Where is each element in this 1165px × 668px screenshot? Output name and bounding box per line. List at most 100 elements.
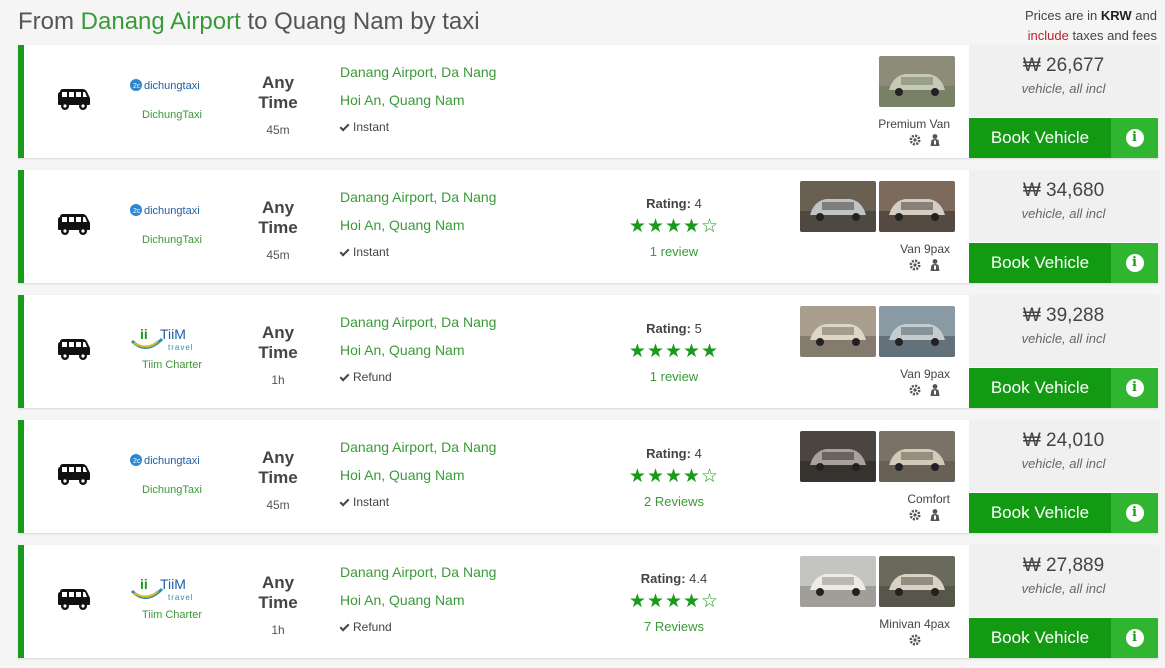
info-icon: i xyxy=(1125,504,1144,522)
provider-name[interactable]: DichungTaxi xyxy=(128,109,216,121)
price-value: ₩ 34,680 xyxy=(1022,180,1105,201)
vehicle-photo[interactable] xyxy=(800,306,876,357)
check-icon xyxy=(339,621,350,632)
rating: Rating: 4 xyxy=(609,446,739,461)
rating: Rating: 5 xyxy=(609,321,739,336)
check-icon xyxy=(339,371,350,382)
reviews-link[interactable]: 2 Reviews xyxy=(609,494,739,509)
book-vehicle-button[interactable]: Book Vehicle xyxy=(969,118,1111,158)
reviews-link[interactable]: 7 Reviews xyxy=(609,619,739,634)
page-title: From Danang Airport to Quang Nam by taxi xyxy=(18,8,480,35)
svg-text:ii: ii xyxy=(140,326,148,342)
provider-name[interactable]: DichungTaxi xyxy=(128,484,216,496)
rating-label: Rating: xyxy=(646,196,691,211)
provider-logo: 2c dichungtaxi xyxy=(128,71,218,107)
info-icon: i xyxy=(1125,379,1144,397)
currency-label: KRW xyxy=(1100,8,1132,23)
info-icon: i xyxy=(1125,629,1144,647)
price-value: ₩ 27,889 xyxy=(1022,555,1105,576)
gear-icon xyxy=(908,258,922,272)
vehicle-photo[interactable] xyxy=(879,556,955,607)
check-icon xyxy=(339,121,350,132)
dropoff-location: Hoi An, Quang Nam xyxy=(340,217,465,233)
result-card: 2c dichungtaxi DichungTaxi Any Time 45m D… xyxy=(18,45,1158,158)
booking-policy: Refund xyxy=(339,370,392,384)
vehicle-photo[interactable] xyxy=(879,431,955,482)
provider-logo: 2c dichungtaxi xyxy=(128,196,218,232)
rating-value: 4 xyxy=(694,196,702,211)
svg-text:ii: ii xyxy=(140,576,148,592)
provider-logo: ii TiiM travel xyxy=(128,571,218,607)
policy-label: Instant xyxy=(353,495,390,509)
price-box: ₩ 39,288 vehicle, all incl xyxy=(969,295,1158,367)
info-button[interactable]: i xyxy=(1111,618,1158,658)
provider-name[interactable]: Tiim Charter xyxy=(128,359,216,371)
van-icon xyxy=(58,589,90,610)
vehicle-type: Van 9pax xyxy=(900,242,950,256)
rating: Rating: 4.4 xyxy=(609,571,739,586)
result-card: ii TiiM travel Tiim Charter Any Time 1h Da… xyxy=(18,545,1158,658)
logo-text: TiiM xyxy=(160,576,186,592)
vehicle-photo[interactable] xyxy=(879,56,955,107)
gear-icon xyxy=(908,133,922,147)
result-card: 2c dichungtaxi DichungTaxi Any Time 45m D… xyxy=(18,420,1158,533)
reviews-link[interactable]: 1 review xyxy=(609,369,739,384)
price-box: ₩ 26,677 vehicle, all incl xyxy=(969,45,1158,117)
svg-text:travel: travel xyxy=(168,343,194,352)
info-button[interactable]: i xyxy=(1111,118,1158,158)
pickup-time: Any Time xyxy=(258,448,298,487)
result-card: ii TiiM travel Tiim Charter Any Time 1h Da… xyxy=(18,295,1158,408)
van-icon xyxy=(58,464,90,485)
rating-value: 5 xyxy=(694,321,702,336)
pickup-location: Danang Airport, Da Nang xyxy=(340,314,497,330)
provider-logo: 2c dichungtaxi xyxy=(128,446,218,482)
include-label: include xyxy=(1027,28,1069,43)
book-vehicle-button[interactable]: Book Vehicle xyxy=(969,493,1111,533)
price-value: ₩ 26,677 xyxy=(1022,55,1105,76)
dropoff-location: Hoi An, Quang Nam xyxy=(340,467,465,483)
price-value: ₩ 24,010 xyxy=(1022,430,1105,451)
pickup-location: Danang Airport, Da Nang xyxy=(340,439,497,455)
policy-label: Refund xyxy=(353,620,392,634)
book-vehicle-button[interactable]: Book Vehicle xyxy=(969,368,1111,408)
price-caption: vehicle, all incl xyxy=(1021,81,1106,96)
rating-value: 4 xyxy=(694,446,702,461)
vehicle-photo[interactable] xyxy=(800,556,876,607)
vehicle-type: Comfort xyxy=(907,492,950,506)
pickup-location: Danang Airport, Da Nang xyxy=(340,189,497,205)
svg-text:travel: travel xyxy=(168,593,194,602)
svg-text:2c: 2c xyxy=(133,458,141,465)
provider-name[interactable]: DichungTaxi xyxy=(128,234,216,246)
book-vehicle-button[interactable]: Book Vehicle xyxy=(969,618,1111,658)
results-header: From Danang Airport to Quang Nam by taxi… xyxy=(0,0,1165,45)
origin-link[interactable]: Danang Airport xyxy=(81,8,241,35)
gear-icon xyxy=(908,508,922,522)
trip-duration: 1h xyxy=(271,623,285,637)
vehicle-type: Van 9pax xyxy=(900,367,950,381)
info-button[interactable]: i xyxy=(1111,243,1158,283)
logo-text: dichungtaxi xyxy=(144,455,200,467)
vehicle-photo[interactable] xyxy=(800,181,876,232)
rating-value: 4.4 xyxy=(689,571,708,586)
vehicle-photo[interactable] xyxy=(879,306,955,357)
provider-logo: ii TiiM travel xyxy=(128,321,218,357)
rating-label: Rating: xyxy=(646,446,691,461)
trip-duration: 45m xyxy=(266,123,290,137)
info-button[interactable]: i xyxy=(1111,493,1158,533)
star-rating: ★★★★☆ xyxy=(628,466,720,487)
provider-name[interactable]: Tiim Charter xyxy=(128,609,216,621)
book-vehicle-button[interactable]: Book Vehicle xyxy=(969,243,1111,283)
seat-icon xyxy=(928,133,942,147)
booking-policy: Instant xyxy=(339,495,390,509)
rating-label: Rating: xyxy=(646,321,691,336)
star-rating: ★★★★☆ xyxy=(628,216,720,237)
price-caption: vehicle, all incl xyxy=(1021,456,1106,471)
reviews-link[interactable]: 1 review xyxy=(609,244,739,259)
vehicle-photo[interactable] xyxy=(879,181,955,232)
trip-duration: 45m xyxy=(266,498,290,512)
vehicle-photo[interactable] xyxy=(800,431,876,482)
logo-text: TiiM xyxy=(160,326,186,342)
pickup-location: Danang Airport, Da Nang xyxy=(340,64,497,80)
van-icon xyxy=(58,339,90,360)
info-button[interactable]: i xyxy=(1111,368,1158,408)
